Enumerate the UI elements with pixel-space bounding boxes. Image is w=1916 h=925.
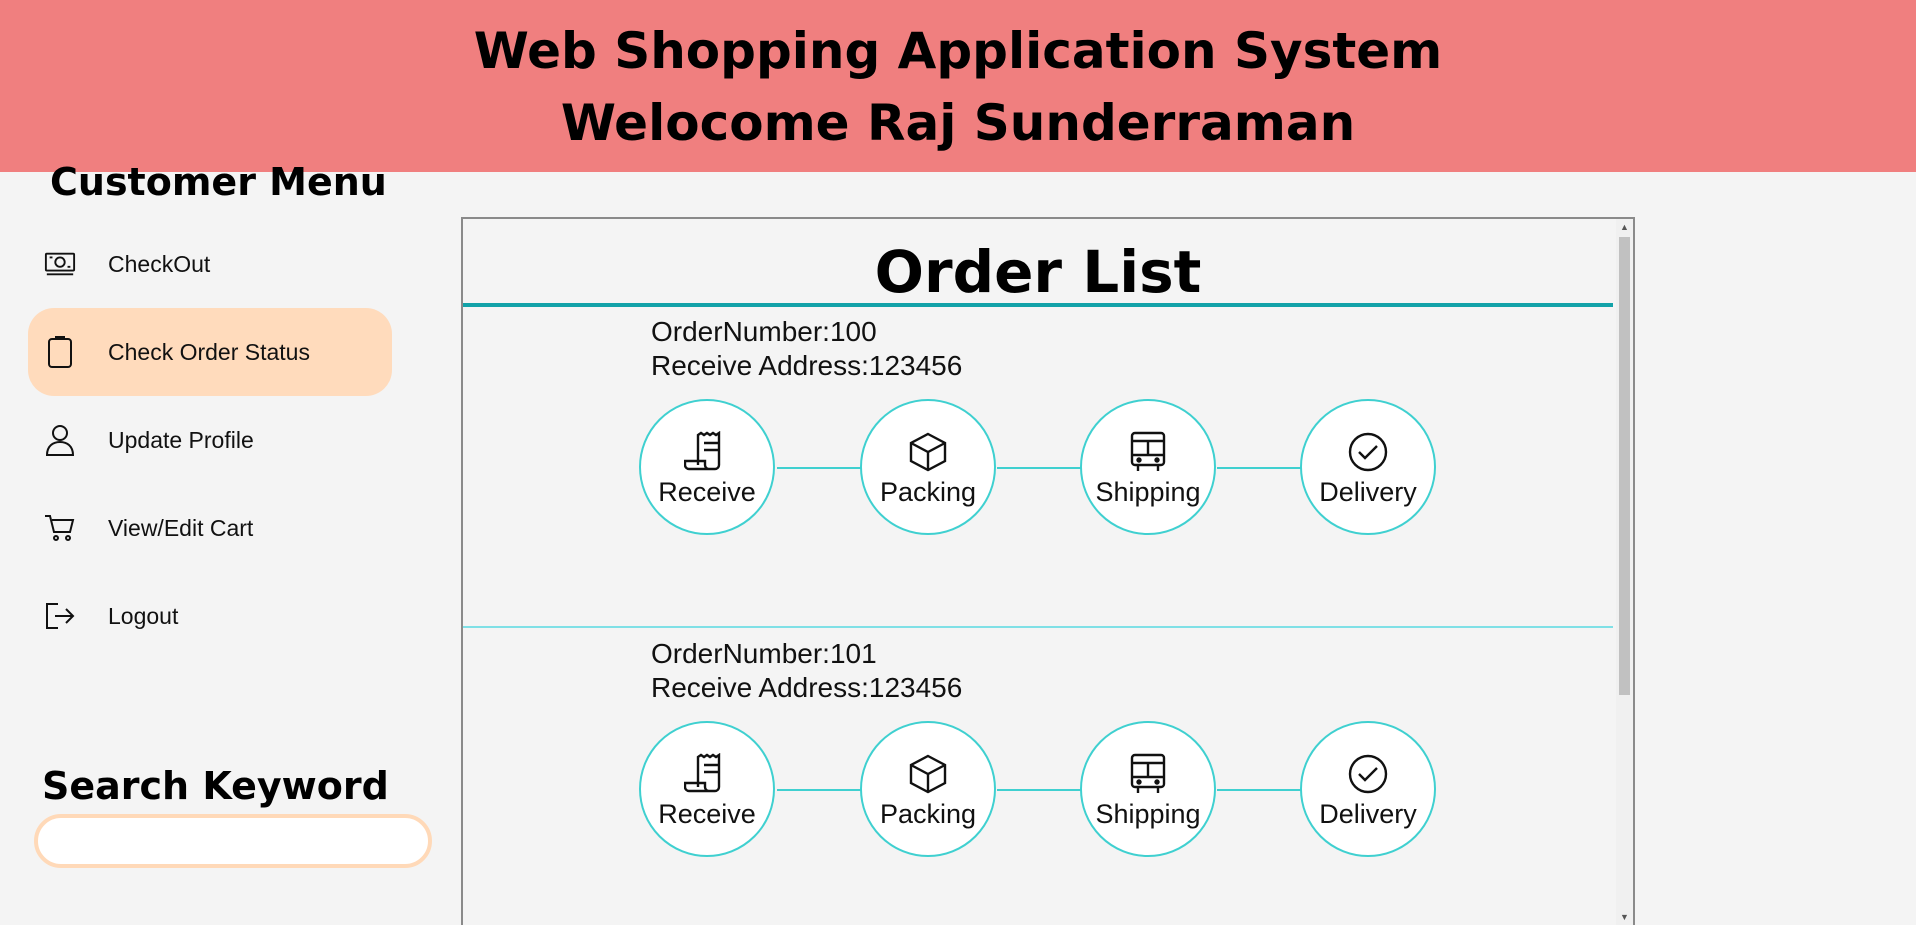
- box-icon: [862, 431, 994, 473]
- check-circle-icon: [1302, 753, 1434, 795]
- receipt-icon: [641, 431, 773, 473]
- welcome-message: Welocome Raj Sunderraman: [560, 94, 1356, 152]
- receipt-icon: [641, 753, 773, 795]
- page-title: Order List: [874, 238, 1202, 306]
- step-label: Delivery: [1319, 799, 1417, 829]
- sidebar-item-check-order-status[interactable]: Check Order Status: [28, 308, 392, 396]
- sidebar-item-label: View/Edit Cart: [108, 514, 254, 541]
- step-packing: Packing: [860, 399, 996, 535]
- scroll-up-arrow-icon[interactable]: ▲: [1616, 219, 1633, 235]
- cart-icon: [44, 512, 76, 544]
- step-connector: [997, 789, 1083, 791]
- step-connector: [1217, 789, 1303, 791]
- step-label: Packing: [879, 799, 977, 829]
- step-label: Packing: [879, 477, 977, 507]
- sidebar-item-checkout[interactable]: CheckOut: [28, 220, 392, 308]
- receive-address: Receive Address:123456: [651, 350, 963, 381]
- scroll-thumb[interactable]: [1619, 237, 1630, 695]
- sidebar-item-label: Update Profile: [108, 426, 254, 453]
- step-label: Receive: [658, 477, 756, 507]
- step-connector: [777, 789, 863, 791]
- sidebar-item-update-profile[interactable]: Update Profile: [28, 396, 392, 484]
- order-number: OrderNumber:101: [651, 638, 877, 669]
- title-divider: [463, 303, 1613, 307]
- order-separator: [463, 626, 1613, 628]
- step-label: Receive: [658, 799, 756, 829]
- sidebar-item-label: CheckOut: [108, 250, 211, 277]
- step-label: Shipping: [1095, 477, 1201, 507]
- order-number: OrderNumber:100: [651, 316, 877, 347]
- step-shipping: Shipping: [1080, 721, 1216, 857]
- step-label: Shipping: [1095, 799, 1201, 829]
- step-delivery: Delivery: [1300, 399, 1436, 535]
- user-icon: [44, 424, 76, 456]
- step-connector: [1217, 467, 1303, 469]
- bus-icon: [1082, 753, 1214, 795]
- box-icon: [862, 753, 994, 795]
- step-shipping: Shipping: [1080, 399, 1216, 535]
- order-list-panel[interactable]: Order List OrderNumber:100 Receive Addre…: [461, 217, 1635, 925]
- step-receive: Receive: [639, 721, 775, 857]
- step-delivery: Delivery: [1300, 721, 1436, 857]
- check-circle-icon: [1302, 431, 1434, 473]
- bus-icon: [1082, 431, 1214, 473]
- sidebar-item-label: Check Order Status: [108, 338, 310, 365]
- step-connector: [777, 467, 863, 469]
- search-keyword-title: Search Keyword: [42, 764, 389, 808]
- step-receive: Receive: [639, 399, 775, 535]
- app-title: Web Shopping Application System: [473, 22, 1443, 80]
- logout-icon: [44, 600, 76, 632]
- receive-address: Receive Address:123456: [651, 672, 963, 703]
- sidebar-item-logout[interactable]: Logout: [28, 572, 392, 660]
- sidebar-item-view-edit-cart[interactable]: View/Edit Cart: [28, 484, 392, 572]
- money-icon: [44, 248, 76, 280]
- clipboard-icon: [44, 336, 76, 368]
- search-input[interactable]: [34, 814, 432, 868]
- step-label: Delivery: [1319, 477, 1417, 507]
- sidebar-item-label: Logout: [108, 602, 179, 629]
- customer-menu-title: Customer Menu: [50, 160, 387, 204]
- step-packing: Packing: [860, 721, 996, 857]
- app-header: Web Shopping Application System Welocome…: [0, 0, 1916, 172]
- scrollbar[interactable]: ▲ ▼: [1616, 219, 1633, 925]
- step-connector: [997, 467, 1083, 469]
